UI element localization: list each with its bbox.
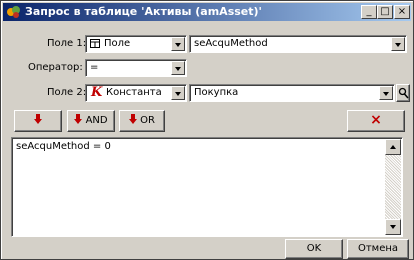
close-button[interactable]: × [394, 5, 410, 19]
delete-button[interactable]: × [347, 110, 405, 132]
chevron-down-icon[interactable] [171, 61, 185, 75]
insert-and-button[interactable]: AND [67, 110, 115, 132]
operator-label: Оператор: [28, 62, 83, 73]
database-query-icon [7, 6, 20, 18]
field2-type-value: Константа [106, 87, 162, 98]
scroll-up-icon[interactable] [385, 139, 401, 155]
field1-type-select[interactable]: Поле [85, 35, 187, 53]
operator-value: = [90, 62, 99, 73]
or-label: OR [140, 115, 155, 126]
vertical-scrollbar[interactable] [385, 139, 401, 235]
field1-value-select[interactable]: seAcquMethod [189, 35, 407, 53]
chevron-down-icon[interactable] [379, 86, 393, 100]
field1-type-value: Поле [104, 38, 131, 49]
field2-value-select[interactable]: Покупка [189, 84, 395, 102]
chevron-down-icon[interactable] [171, 86, 185, 100]
query-editor[interactable]: seAcquMethod = 0 [11, 137, 403, 237]
field2-value: Покупка [194, 87, 239, 98]
insert-arrow-icon [74, 114, 83, 124]
chevron-down-icon[interactable] [171, 37, 185, 51]
chevron-down-icon[interactable] [391, 37, 405, 51]
insert-arrow-icon [128, 114, 137, 124]
and-label: AND [85, 115, 108, 126]
search-button[interactable] [396, 84, 410, 102]
field1-value: seAcquMethod [194, 38, 268, 49]
insert-or-button[interactable]: OR [119, 110, 165, 132]
field-icon [90, 39, 100, 48]
field1-label: Поле 1: [47, 38, 87, 49]
title-bar: Запрос в таблице 'Активы (amAsset)' _ □ … [3, 3, 411, 21]
ok-button[interactable]: OK [285, 239, 343, 259]
cancel-button[interactable]: Отмена [347, 239, 409, 259]
constant-icon: K [91, 85, 103, 100]
minimize-button[interactable]: _ [361, 5, 377, 19]
query-dialog: Запрос в таблице 'Активы (amAsset)' _ □ … [0, 0, 414, 260]
query-text: seAcquMethod = 0 [16, 141, 111, 152]
insert-button[interactable] [14, 110, 62, 132]
scroll-down-icon[interactable] [385, 219, 401, 235]
window-title: Запрос в таблице 'Активы (amAsset)' [25, 5, 262, 18]
field2-label: Поле 2: [47, 87, 87, 98]
field2-type-select[interactable]: K Константа [85, 84, 187, 102]
operator-select[interactable]: = [85, 59, 187, 77]
maximize-button[interactable]: □ [377, 5, 393, 19]
magnifier-icon [398, 87, 409, 99]
insert-arrow-icon [34, 114, 42, 124]
